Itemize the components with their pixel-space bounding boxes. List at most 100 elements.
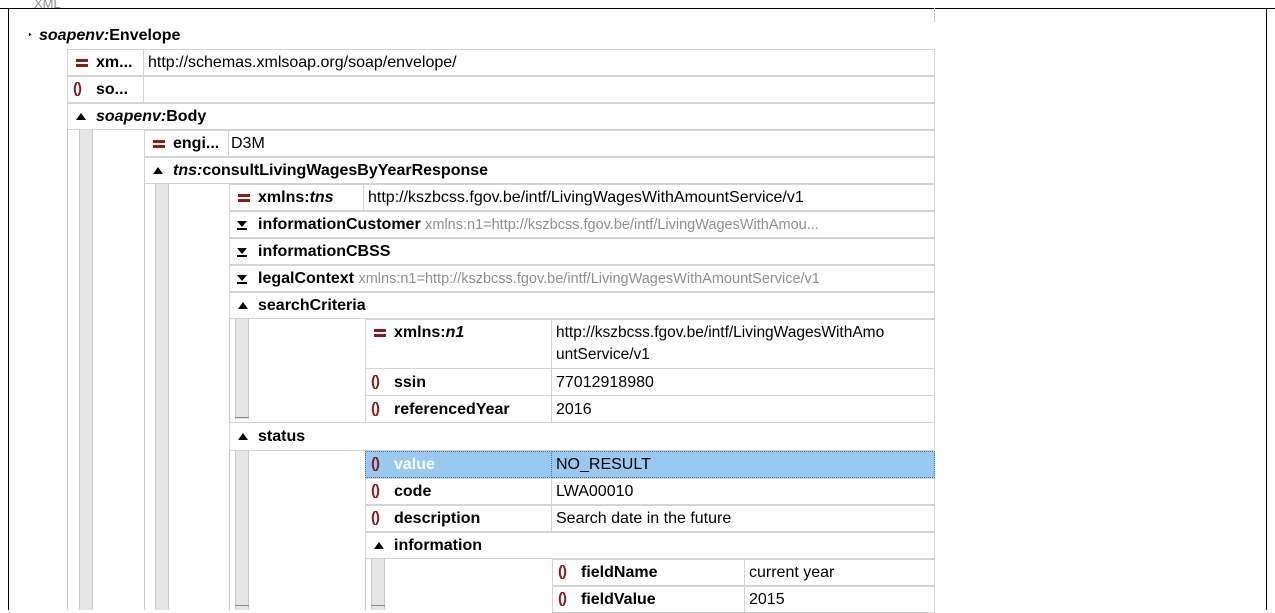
element-icon: () [371,400,380,417]
information-row[interactable]: information [365,532,935,559]
field-value-name-cell[interactable]: () fieldValue [552,586,745,613]
response-element-name: tns:consultLivingWagesByYearResponse [173,162,489,179]
envelope-attr-value-cell[interactable]: http://schemas.xmlsoap.org/soap/envelope… [143,49,935,76]
attr-name-xmlns-tns: xmlns:tns [258,189,334,206]
status-description-value-cell[interactable]: Search date in the future [551,505,935,532]
envelope-child-elem-value-cell[interactable] [143,76,935,103]
element-icon: () [558,563,567,580]
status-value-cell[interactable]: NO_RESULT [551,451,935,478]
status-value-name-cell[interactable]: () value [365,451,552,478]
body-attr-name-cell[interactable]: engi... [144,130,229,157]
element-icon: () [371,482,380,499]
field-name-label: fieldName [581,564,658,581]
collapsed-element-row[interactable]: informationCBSS [229,238,935,265]
collapse-arrow-icon[interactable] [374,542,384,549]
collapse-arrow-icon[interactable] [76,113,86,120]
referenced-year-name-cell[interactable]: () referencedYear [365,395,552,423]
response-row[interactable]: tns:consultLivingWagesByYearResponse [144,157,935,184]
element-icon: () [371,509,380,526]
search-xmlns-name-cell[interactable]: xmlns:n1 [365,319,552,369]
frame-right-border [1266,8,1267,610]
attr-value-n1-line1: http://kszbcss.fgov.be/intf/LivingWagesW… [556,324,885,341]
response-gutter [169,184,230,610]
field-name-name-cell[interactable]: () fieldName [552,559,745,586]
search-criteria-row[interactable]: searchCriteria [229,292,935,319]
envelope-gutter [36,49,68,610]
attribute-icon [374,328,386,338]
status-description-label: description [394,510,481,527]
attr-name-xmlns-n1: xmlns:n1 [394,324,465,341]
field-name-value: current year [749,564,835,581]
status-code-label: code [394,483,432,500]
ssin-value: 77012918980 [556,374,654,391]
response-rail[interactable] [155,184,169,610]
attr-value-engine: D3M [231,135,265,152]
status-gutter [249,451,366,610]
expand-arrow-icon[interactable] [29,29,32,40]
attribute-icon [238,193,250,203]
element-icon: () [371,455,380,472]
element-icon: () [371,373,380,390]
ssin-name-cell[interactable]: () ssin [365,368,552,396]
body-gutter [93,130,145,610]
body-rail[interactable] [79,130,93,610]
attribute-icon [76,58,88,68]
frame-top-border [0,8,1275,9]
collapse-arrow-icon[interactable] [153,167,163,174]
envelope-element-name: soapenv:Envelope [39,27,181,44]
elem-name-soap-header: so... [96,81,129,98]
body-row[interactable]: soapenv:Body [67,103,935,130]
envelope-child-elem-cell[interactable]: () so... [67,76,144,103]
ssin-value-cell[interactable]: 77012918980 [551,368,935,396]
field-name-value-cell[interactable]: current year [744,559,935,586]
referenced-year-label: referencedYear [394,401,510,418]
element-icon: () [73,80,82,97]
search-criteria-rail[interactable] [235,319,249,419]
collapse-arrow-icon[interactable] [238,433,248,440]
attribute-icon [153,139,165,149]
body-attr-value-cell[interactable]: D3M [228,130,935,157]
expand-arrow-icon[interactable] [237,274,247,284]
collapsed-element-label: informationCustomer xmlns:n1=http://kszb… [258,216,819,233]
element-icon: () [558,590,567,607]
expand-arrow-icon[interactable] [237,247,247,257]
status-element-name: status [258,428,306,445]
response-xmlns-value-cell[interactable]: http://kszbcss.fgov.be/intf/LivingWagesW… [363,184,935,211]
body-element-name: soapenv:Body [96,108,207,125]
field-value-label: fieldValue [581,591,656,608]
information-element-name: information [394,537,482,554]
information-gutter [385,559,553,610]
referenced-year-value-cell[interactable]: 2016 [551,395,935,423]
collapsed-element-row[interactable]: informationCustomer xmlns:n1=http://kszb… [229,211,935,238]
frame-left-border [8,8,9,610]
search-criteria-name: searchCriteria [258,297,366,314]
attr-name-engine: engi... [173,135,220,152]
attr-name-xmlns: xm... [96,54,133,71]
attr-value-n1-line2: untService/v1 [556,346,650,363]
envelope-row[interactable]: soapenv:Envelope [28,22,935,49]
status-rail[interactable] [235,451,249,610]
information-rail-end [371,602,385,606]
ssin-label: ssin [394,374,427,391]
search-criteria-gutter [249,319,366,423]
field-value-value-cell[interactable]: 2015 [744,586,935,613]
envelope-attr-name-cell[interactable]: xm... [67,49,144,76]
response-xmlns-name-cell[interactable]: xmlns:tns [229,184,364,211]
referenced-year-value: 2016 [556,401,592,418]
status-row[interactable]: status [229,422,935,451]
status-description-value: Search date in the future [556,510,732,527]
status-value-text: NO_RESULT [556,456,651,473]
attr-value-soap-ns: http://schemas.xmlsoap.org/soap/envelope… [148,54,457,71]
search-criteria-rail-end [235,414,249,418]
collapsed-element-label: legalContext xmlns:n1=http://kszbcss.fgo… [258,270,820,287]
search-xmlns-value-cell[interactable]: http://kszbcss.fgov.be/intf/LivingWagesW… [551,319,935,369]
collapsed-element-row[interactable]: legalContext xmlns:n1=http://kszbcss.fgo… [229,265,935,292]
attr-value-tns-ns: http://kszbcss.fgov.be/intf/LivingWagesW… [368,189,804,206]
collapse-arrow-icon[interactable] [238,302,248,309]
status-code-name-cell[interactable]: () code [365,478,552,505]
status-code-value-cell[interactable]: LWA00010 [551,478,935,505]
collapsed-element-label: informationCBSS [258,243,391,260]
xml-node-label: XML [34,0,61,11]
status-description-name-cell[interactable]: () description [365,505,552,532]
expand-arrow-icon[interactable] [237,220,247,230]
